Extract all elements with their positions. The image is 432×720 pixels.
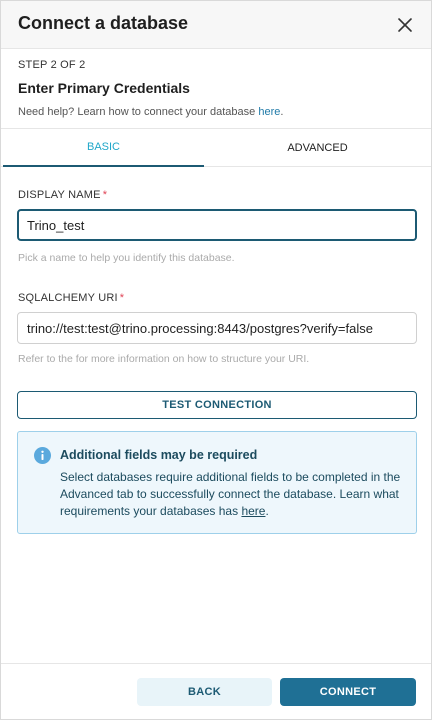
display-name-label: DISPLAY NAME * [18,189,107,201]
alert-link[interactable]: here [241,504,265,518]
display-name-input[interactable] [17,209,417,241]
alert-title: Additional fields may be required [60,448,258,462]
sqlalchemy-uri-hint: Refer to the for more information on how… [18,353,310,365]
sqlalchemy-uri-label-text: SQLALCHEMY URI [18,292,118,304]
back-button[interactable]: BACK [137,678,272,706]
display-name-label-text: DISPLAY NAME [18,189,101,201]
sqlalchemy-uri-label: SQLALCHEMY URI * [18,292,124,304]
test-connection-button[interactable]: TEST CONNECTION [17,391,417,419]
help-link[interactable]: here [258,106,280,118]
help-text-prefix: Need help? Learn how to connect your dat… [18,106,259,118]
info-icon [34,447,51,464]
help-text-suffix: . [280,106,284,118]
alert-body-text: Select databases require additional fiel… [60,470,401,518]
required-mark: * [102,189,108,201]
required-mark: * [119,292,125,304]
close-icon[interactable] [395,15,415,35]
step-label: STEP 2 OF 2 [18,59,86,71]
sqlalchemy-uri-input[interactable] [17,312,417,344]
alert-body-suffix: . [265,504,269,518]
tab-advanced[interactable]: ADVANCED [217,129,418,167]
tab-bar: BASIC ADVANCED [1,129,431,167]
display-name-hint: Pick a name to help you identify this da… [18,252,235,264]
alert-body: Select databases require additional fiel… [60,469,410,520]
connect-database-modal: Connect a database STEP 2 OF 2 Enter Pri… [0,0,432,720]
help-text: Need help? Learn how to connect your dat… [18,106,283,118]
connect-button[interactable]: CONNECT [280,678,416,706]
modal-header: Connect a database [1,1,431,49]
info-alert: Additional fields may be required Select… [17,431,417,534]
step-info: STEP 2 OF 2 Enter Primary Credentials Ne… [1,49,431,129]
modal-title: Connect a database [18,13,189,33]
modal-footer: BACK CONNECT [1,663,431,719]
tab-basic[interactable]: BASIC [3,129,204,167]
step-title: Enter Primary Credentials [18,80,190,96]
